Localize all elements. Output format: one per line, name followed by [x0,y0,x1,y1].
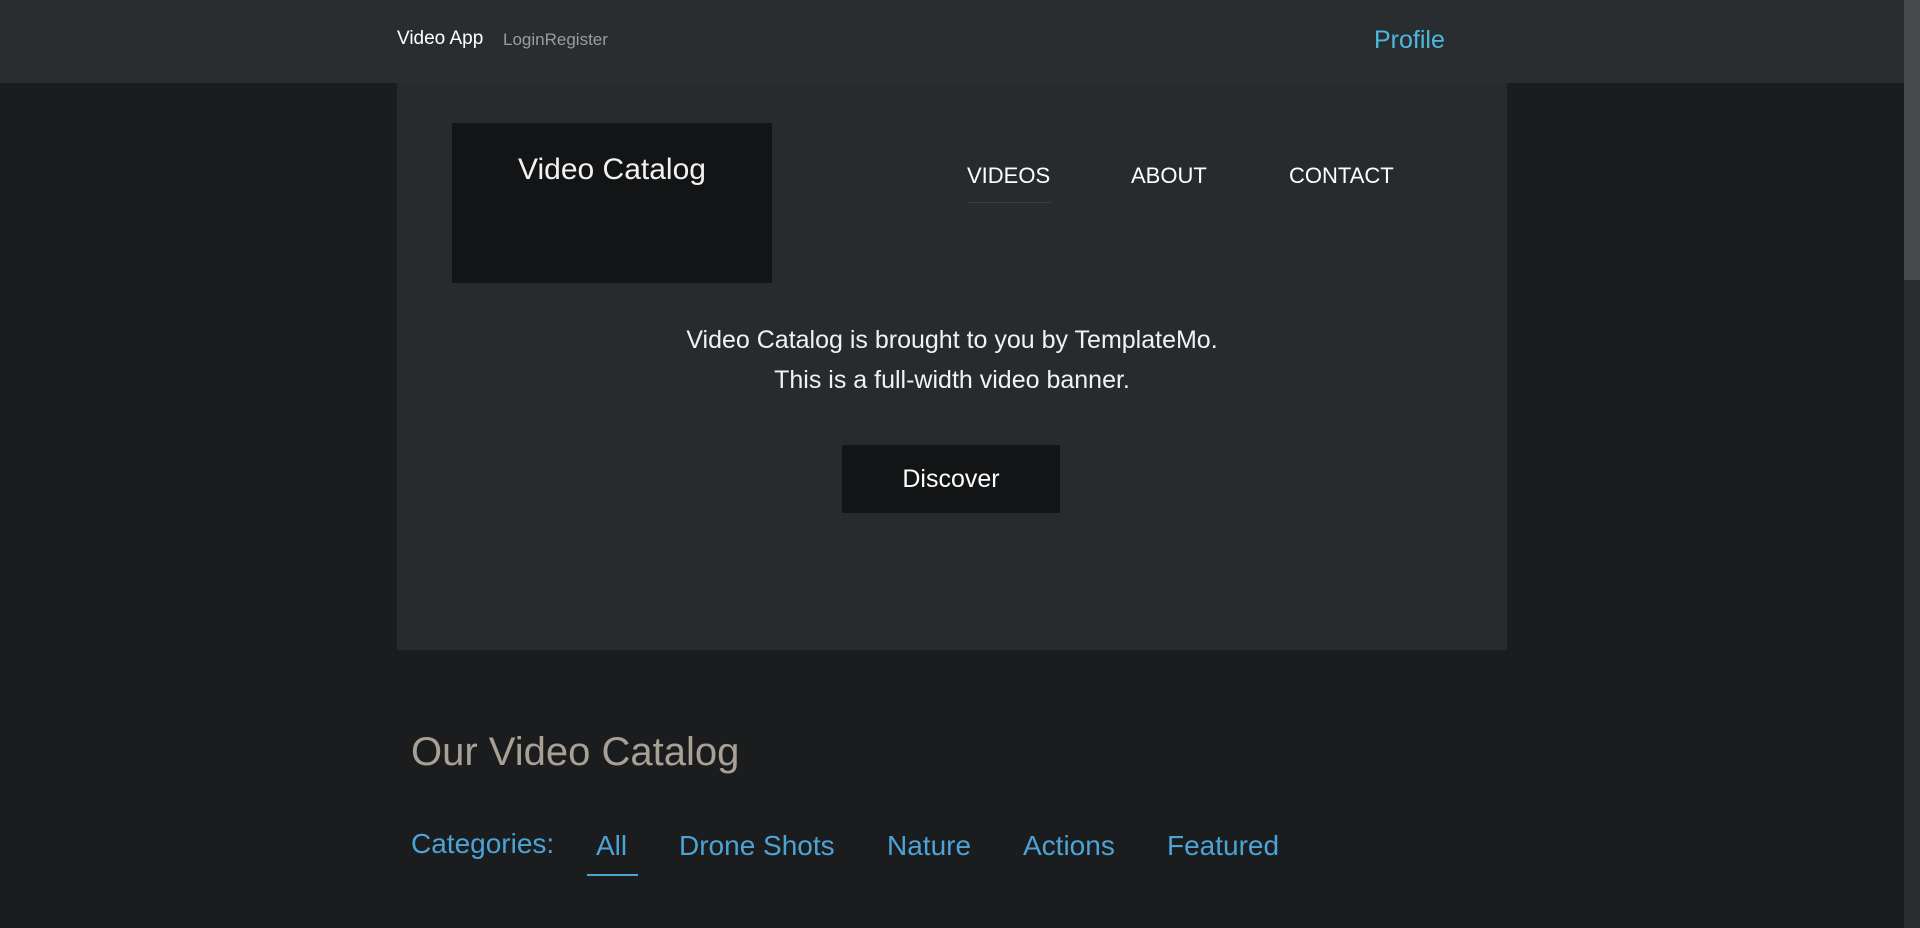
active-nav-indicator [967,202,1051,203]
login-link[interactable]: Login [503,30,545,49]
catalog-title: Our Video Catalog [411,730,740,774]
nav-item-videos[interactable]: VIDEOS [967,163,1050,189]
site-logo[interactable]: Video Catalog [452,123,772,283]
app-brand[interactable]: Video App [397,28,483,50]
register-link[interactable]: Register [545,30,608,49]
hero-line-1: Video Catalog is brought to you by Templ… [686,326,1218,354]
category-tab-featured[interactable]: Featured [1167,830,1279,862]
category-tab-drone-shots[interactable]: Drone Shots [679,830,835,862]
nav-item-contact[interactable]: CONTACT [1289,163,1394,189]
categories-label: Categories: [411,828,555,859]
nav-item-about[interactable]: ABOUT [1131,163,1207,189]
auth-links: LoginRegister [503,30,608,50]
hero-line-2: This is a full-width video banner. [774,366,1130,394]
profile-link[interactable]: Profile [1374,26,1445,55]
top-navbar: Video App LoginRegister Profile [0,0,1904,83]
category-tab-all[interactable]: All [596,830,627,862]
discover-button[interactable]: Discover [842,445,1060,513]
logo-text: Video Catalog [518,153,706,186]
category-tab-nature[interactable]: Nature [887,830,971,862]
scrollbar-thumb[interactable] [1904,0,1920,280]
hero-description: Video Catalog is brought to you by Templ… [397,320,1507,400]
active-tab-indicator [587,874,638,876]
category-tab-actions[interactable]: Actions [1023,830,1115,862]
